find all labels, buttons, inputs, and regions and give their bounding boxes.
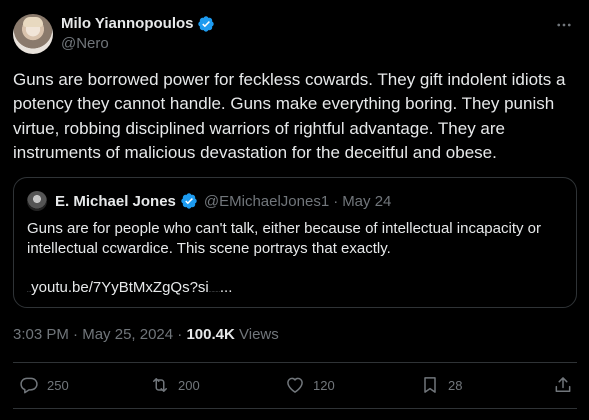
quote-link-suffix: ...	[219, 279, 233, 296]
quote-date: May 24	[342, 192, 392, 210]
share-icon	[555, 377, 571, 392]
meta-separator: ·	[177, 326, 183, 343]
tweet-meta: 3:03 PM · May 25, 2024 · 100.4K Views	[13, 325, 279, 345]
bookmark-icon	[424, 377, 436, 393]
quoted-tweet[interactable]: E. Michael Jones @EMichaelJones1 · May 2…	[13, 177, 577, 308]
more-icon[interactable]	[554, 15, 574, 35]
like-button[interactable]: 120	[285, 362, 335, 408]
repost-count: 200	[178, 377, 200, 393]
author-info: Milo Yiannopoulos @Nero	[61, 15, 215, 54]
reply-count: 250	[47, 377, 69, 393]
like-count: 120	[313, 377, 335, 393]
avatar[interactable]	[13, 14, 53, 54]
reply-button[interactable]: 250	[19, 362, 69, 408]
author-name-row[interactable]: Milo Yiannopoulos	[61, 15, 215, 33]
tweet: Milo Yiannopoulos @Nero Guns are borrowe…	[0, 0, 589, 420]
repost-button[interactable]: 200	[150, 362, 200, 408]
views-count[interactable]: 100.4K	[186, 326, 234, 343]
quote-avatar	[27, 191, 47, 211]
repost-icon	[153, 378, 167, 392]
verified-badge-icon	[181, 193, 197, 209]
author-handle[interactable]: @Nero	[61, 34, 215, 54]
quote-handle: @EMichaelJones1	[203, 192, 330, 210]
quote-link[interactable]: ...youtu.be/7YyBtMxZgQs?si...........	[27, 278, 232, 301]
tweet-text: Guns are borrowed power for feckless cow…	[13, 70, 566, 162]
views-label: Views	[239, 326, 279, 343]
quote-link-text[interactable]: youtu.be/7YyBtMxZgQs?si	[31, 279, 209, 296]
quote-header: E. Michael Jones @EMichaelJones1 · May 2…	[27, 191, 391, 211]
tweet-time[interactable]: 3:03 PM	[13, 326, 69, 343]
heart-icon	[287, 377, 303, 393]
action-bar: 250 200 120 28	[13, 362, 577, 408]
quote-separator: ·	[333, 192, 339, 210]
quote-link-tail: ........	[208, 288, 220, 294]
bookmark-button[interactable]: 28	[420, 362, 462, 408]
share-button[interactable]	[553, 362, 573, 408]
quote-display-name: E. Michael Jones	[55, 192, 176, 210]
tweet-header: Milo Yiannopoulos @Nero	[13, 13, 576, 55]
meta-separator: ·	[73, 326, 79, 343]
bookmark-count: 28	[448, 377, 463, 393]
author-display-name[interactable]: Milo Yiannopoulos	[61, 15, 194, 33]
quote-text: Guns are for people who can't talk, eith…	[27, 220, 541, 257]
reply-icon	[20, 377, 38, 394]
verified-badge-icon[interactable]	[197, 15, 215, 33]
tweet-date[interactable]: May 25, 2024	[82, 326, 173, 343]
divider	[13, 408, 577, 409]
